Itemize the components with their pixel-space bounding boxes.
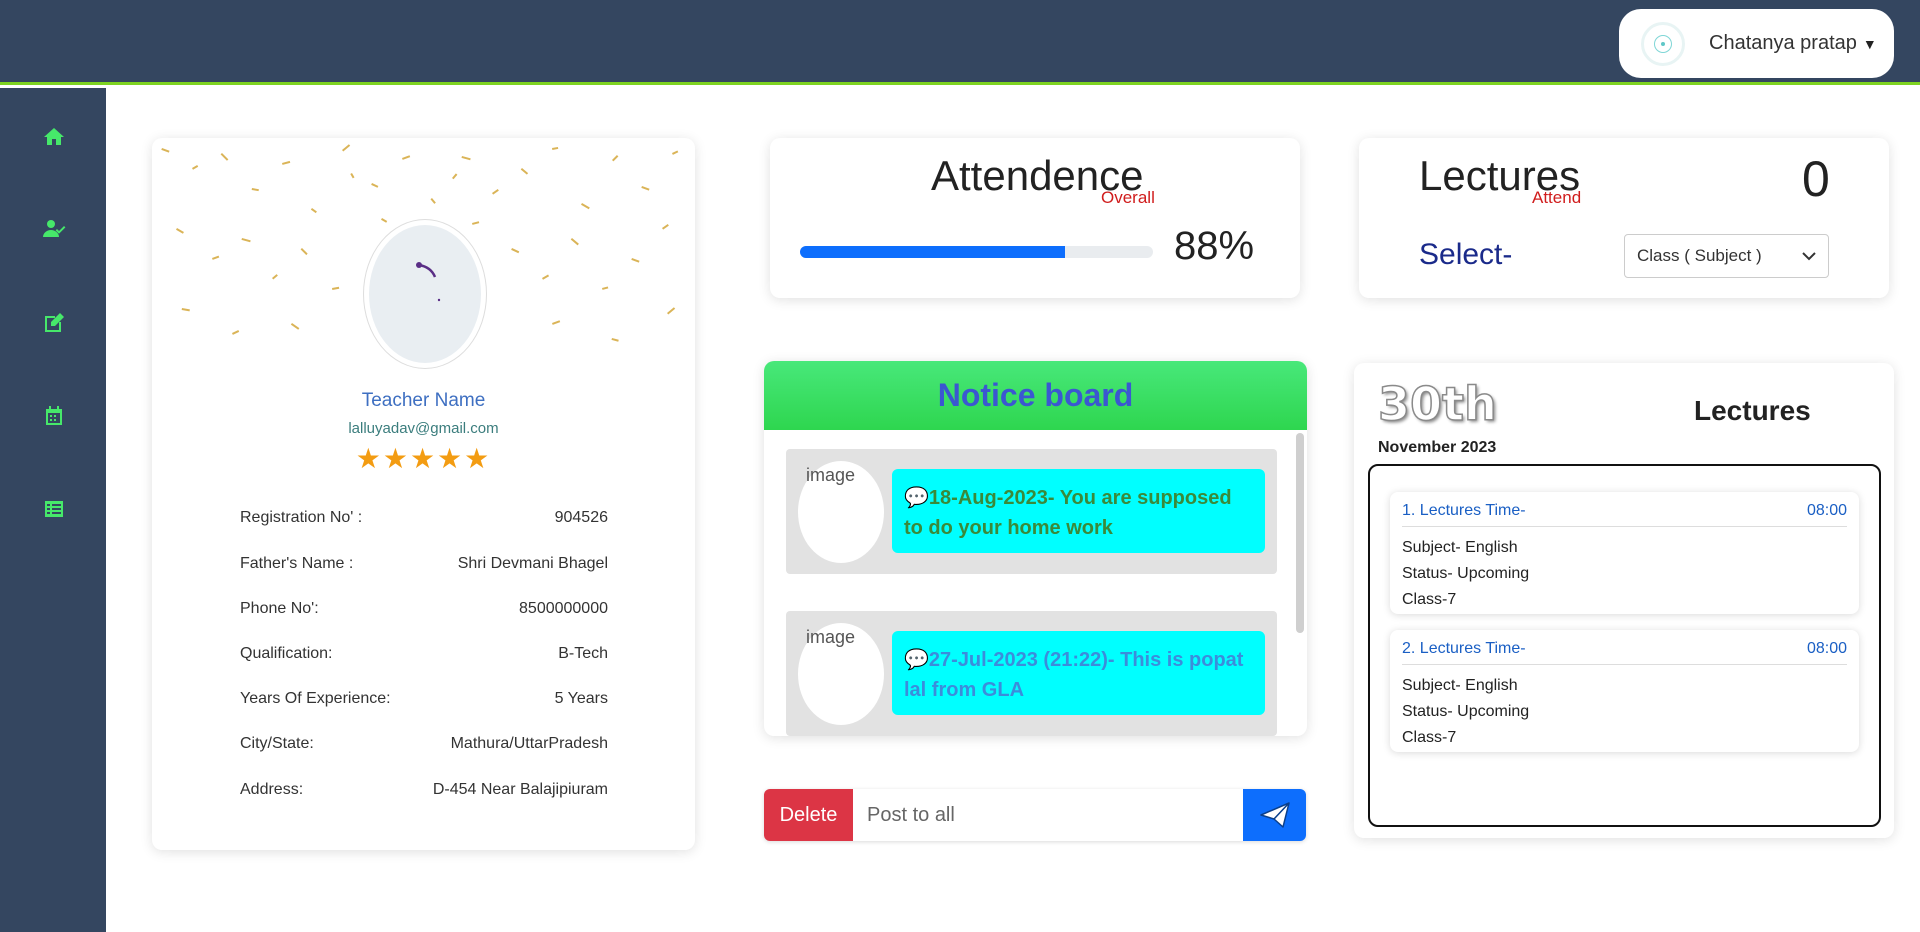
info-label: Registration No' : [240, 509, 363, 526]
lecture-subject: Subject- English [1402, 539, 1518, 556]
info-label: Address: [240, 781, 304, 798]
lecture-card: 1. Lectures Time- 08:00 Subject- English… [1390, 492, 1859, 614]
list-icon[interactable] [41, 496, 67, 522]
info-value: 5 Years [554, 690, 608, 707]
notice-image: image [798, 461, 884, 563]
lectures-subtitle: Attend [1532, 188, 1582, 207]
lecture-time: 08:00 [1806, 640, 1847, 657]
info-value: 8500000000 [519, 600, 608, 617]
info-value: 904526 [554, 509, 608, 526]
user-avatar [1641, 21, 1685, 66]
teacher-email: lalluyadav@gmail.com [348, 420, 499, 437]
lecture-class: Class-7 [1402, 591, 1457, 608]
notice-message: 💬18-Aug-2023- You are supposed to do you… [892, 469, 1265, 553]
edit-icon[interactable] [41, 310, 67, 336]
attendance-progress-fill [800, 246, 1065, 258]
info-label: Phone No': [240, 600, 319, 617]
sidebar [0, 88, 106, 932]
notice-board-title: Notice board [937, 377, 1134, 413]
lectures-count: 0 [1802, 151, 1830, 207]
lecture-time-label: 2. Lectures Time- [1402, 640, 1526, 657]
class-subject-select[interactable]: Class ( Subject ) [1624, 234, 1829, 278]
schedule-list: 1. Lectures Time- 08:00 Subject- English… [1368, 464, 1881, 827]
schedule-title: Lectures [1694, 395, 1811, 426]
select-value: Class ( Subject ) [1637, 246, 1762, 265]
info-value: D-454 Near Balajipiuram [432, 781, 608, 798]
info-value: B-Tech [558, 645, 608, 662]
info-row-city-state: City/State: Mathura/UttarPradesh [240, 735, 608, 753]
notice-board-header: Notice board [764, 361, 1307, 430]
lecture-time: 08:00 [1806, 502, 1847, 519]
home-icon[interactable] [41, 124, 67, 150]
notice-text: 18-Aug-2023- You are supposed to do your… [904, 487, 1232, 539]
calendar-icon[interactable] [41, 403, 67, 429]
select-label: Select- [1419, 238, 1513, 271]
lecture-subject: Subject- English [1402, 677, 1518, 694]
info-label: Years Of Experience: [240, 690, 391, 707]
lecture-time-label: 1. Lectures Time- [1402, 502, 1526, 519]
notice-board: Notice board image 💬18-Aug-2023- You are… [764, 361, 1307, 736]
lecture-card: 2. Lectures Time- 08:00 Subject- English… [1390, 630, 1859, 752]
info-row-experience: Years Of Experience: 5 Years [240, 690, 608, 708]
send-icon [1259, 802, 1290, 828]
info-label: City/State: [240, 735, 314, 752]
post-bar: Delete [764, 789, 1306, 841]
attendance-card: Attendence Overall 88% [770, 138, 1300, 298]
info-label: Qualification: [240, 645, 333, 662]
notice-item: image 💬18-Aug-2023- You are supposed to … [786, 449, 1277, 574]
delete-button[interactable]: Delete [764, 789, 853, 841]
lectures-schedule: 30th Lectures November 2023 1. Lectures … [1354, 363, 1894, 838]
info-value: Mathura/UttarPradesh [450, 735, 608, 752]
user-menu[interactable]: Chatanya pratap ▼ [1619, 9, 1894, 78]
post-input[interactable] [853, 789, 1243, 841]
message-icon: 💬 [904, 487, 929, 509]
teacher-name: Teacher Name [361, 390, 486, 411]
info-row-address: Address: D-454 Near Balajipiuram [240, 781, 608, 799]
attendance-subtitle: Overall [1101, 188, 1155, 207]
lecture-header: 1. Lectures Time- 08:00 [1402, 502, 1847, 527]
info-row-father-name: Father's Name : Shri Devmani Bhagel [240, 555, 608, 573]
info-row-registration: Registration No' : 904526 [240, 509, 608, 527]
lecture-header: 2. Lectures Time- 08:00 [1402, 640, 1847, 665]
user-name: Chatanya pratap [1709, 32, 1857, 54]
profile-card: Teacher Name lalluyadav@gmail.com ★★★★★ … [152, 138, 695, 850]
info-value: Shri Devmani Bhagel [457, 555, 608, 572]
notice-item: image 💬27-Jul-2023 (21:22)- This is popa… [786, 611, 1277, 736]
notice-message: 💬27-Jul-2023 (21:22)- This is popat lal … [892, 631, 1265, 715]
message-icon: 💬 [904, 649, 929, 671]
chevron-down-icon [1802, 252, 1816, 261]
lectures-attend-card: Lectures Attend 0 Select- Class ( Subjec… [1359, 138, 1889, 298]
send-button[interactable] [1243, 789, 1306, 841]
rating-stars: ★★★★★ [355, 443, 492, 474]
notice-text: 27-Jul-2023 (21:22)- This is popat lal f… [904, 649, 1244, 701]
user-check-icon[interactable] [41, 216, 67, 242]
lecture-class: Class-7 [1402, 729, 1457, 746]
info-row-phone: Phone No': 8500000000 [240, 600, 608, 618]
lecture-status: Status- Upcoming [1402, 703, 1530, 720]
info-row-qualification: Qualification: B-Tech [240, 645, 608, 663]
avatar [364, 220, 486, 368]
attendance-progress-bar [800, 246, 1153, 258]
top-bar: Chatanya pratap ▼ [0, 0, 1920, 85]
info-label: Father's Name : [240, 555, 354, 572]
lecture-status: Status- Upcoming [1402, 565, 1530, 582]
schedule-day: 30th [1377, 376, 1497, 432]
notice-scrollbar[interactable] [1296, 433, 1304, 633]
notice-image: image [798, 623, 884, 725]
schedule-month: November 2023 [1378, 439, 1497, 456]
attendance-percent: 88% [1174, 224, 1255, 268]
chevron-down-icon: ▼ [1862, 35, 1877, 52]
